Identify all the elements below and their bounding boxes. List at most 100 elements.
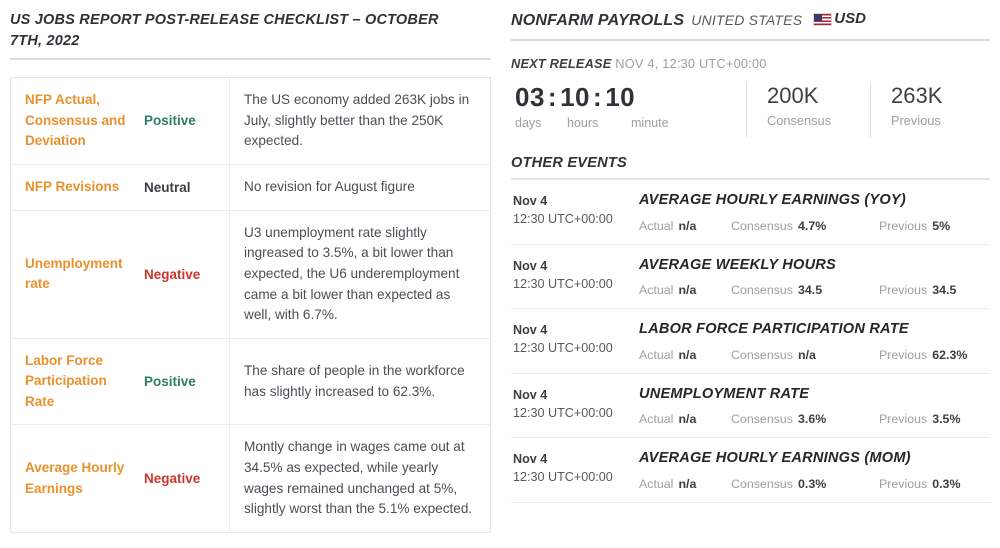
countdown-labels: days hours minute [515, 116, 746, 130]
event-consensus-label: Consensus [731, 476, 793, 491]
checklist-item-name: Unemployment rate [25, 255, 123, 292]
countdown-minutes-label: minute [631, 116, 669, 131]
event-datetime: Nov 4 12:30 UTC+00:00 [511, 386, 639, 423]
event-previous-value: 62.3% [932, 347, 968, 362]
event-previous: Previous 34.5 [879, 283, 989, 297]
event-actual-label: Actual [639, 347, 674, 362]
title-divider [10, 58, 491, 60]
previous-label: Previous [891, 112, 941, 128]
countdown-digits: 03:10:10 [515, 83, 746, 111]
event-name[interactable]: LABOR FORCE PARTICIPATION RATE [639, 321, 990, 339]
checklist-item-description: The share of people in the workforce has… [244, 363, 465, 399]
event-day: Nov 4 [513, 387, 548, 402]
event-actual-value: n/a [678, 283, 697, 297]
list-item[interactable]: Nov 4 12:30 UTC+00:00 LABOR FORCE PARTIC… [511, 309, 990, 374]
event-consensus: Consensus 4.7% [731, 219, 879, 233]
table-row[interactable]: NFP Revisions Neutral No revision for Au… [11, 164, 490, 211]
consensus-stat: 200K Consensus [746, 83, 870, 137]
event-actual-label: Actual [639, 412, 674, 426]
table-row[interactable]: Labor Force Participation Rate Positive … [11, 338, 490, 426]
table-row[interactable]: Average Hourly Earnings Negative Montly … [11, 425, 490, 533]
event-consensus: Consensus 0.3% [731, 477, 879, 491]
list-item[interactable]: Nov 4 12:30 UTC+00:00 UNEMPLOYMENT RATE … [511, 374, 990, 438]
event-actual-value: n/a [678, 347, 697, 362]
event-name[interactable]: AVERAGE WEEKLY HOURS [639, 257, 990, 275]
event-actual: Actual n/a [639, 477, 731, 491]
consensus-label: Consensus [767, 112, 832, 128]
countdown-days-label: days [515, 116, 542, 131]
checklist-table: NFP Actual, Consensus and Deviation Posi… [10, 77, 491, 534]
event-actual-label: Actual [639, 283, 674, 297]
event-body: AVERAGE HOURLY EARNINGS (YOY) Actual n/a … [639, 192, 990, 233]
event-actual: Actual n/a [639, 348, 731, 362]
event-previous-label: Previous [879, 347, 928, 362]
status-badge: Negative [144, 210, 230, 338]
event-datetime: Nov 4 12:30 UTC+00:00 [511, 450, 639, 487]
countdown-separator: : [547, 82, 558, 112]
event-day: Nov 4 [513, 452, 548, 466]
header-divider [511, 39, 990, 41]
event-name[interactable]: AVERAGE HOURLY EARNINGS (YOY) [639, 192, 990, 210]
checklist-item-name: Labor Force Participation Rate [25, 352, 107, 409]
event-actual: Actual n/a [639, 283, 731, 297]
event-body: AVERAGE HOURLY EARNINGS (MOM) Actual n/a … [639, 450, 990, 491]
event-actual-value: n/a [678, 412, 697, 426]
status-badge: Positive [144, 338, 230, 425]
table-row[interactable]: Unemployment rate Negative U3 unemployme… [11, 210, 490, 339]
list-item[interactable]: Nov 4 12:30 UTC+00:00 AVERAGE HOURLY EAR… [511, 180, 990, 245]
countdown-hours-value: 10 [560, 82, 591, 112]
event-previous-value: 0.3% [932, 476, 961, 491]
event-detail-panel: NONFARM PAYROLLS UNITED STATES USD NEXT … [511, 0, 990, 548]
event-body: UNEMPLOYMENT RATE Actual n/a Consensus 3.6… [639, 386, 990, 427]
event-stats: Actual n/a Consensus n/a Previous 62.3% [639, 348, 990, 362]
next-release-value: NOV 4, 12:30 UTC+00:00 [615, 56, 767, 71]
event-datetime: Nov 4 12:30 UTC+00:00 [511, 257, 639, 294]
event-consensus-label: Consensus [731, 412, 793, 426]
event-consensus-label: Consensus [731, 283, 793, 297]
event-previous: Previous 62.3% [879, 348, 989, 362]
event-actual-value: n/a [678, 476, 697, 491]
event-previous-label: Previous [879, 476, 928, 491]
event-datetime: Nov 4 12:30 UTC+00:00 [511, 192, 639, 229]
countdown-minutes-value: 10 [605, 82, 636, 112]
countdown-hours-label: hours [567, 116, 599, 131]
event-previous-value: 34.5 [932, 283, 957, 297]
status-badge: Negative [144, 425, 230, 533]
list-item[interactable]: Nov 4 12:30 UTC+00:00 AVERAGE WEEKLY HOU… [511, 245, 990, 309]
previous-value: 263K [891, 83, 943, 108]
event-time: 12:30 UTC+00:00 [513, 405, 613, 420]
event-previous-value: 3.5% [932, 412, 961, 426]
event-consensus: Consensus n/a [731, 348, 879, 362]
event-day: Nov 4 [513, 323, 548, 337]
event-time: 12:30 UTC+00:00 [513, 276, 613, 291]
countdown-days-value: 03 [515, 82, 545, 112]
event-datetime: Nov 4 12:30 UTC+00:00 [511, 321, 639, 358]
event-consensus-value: 4.7% [798, 218, 827, 233]
other-events-heading: OTHER EVENTS [511, 155, 627, 171]
event-actual: Actual n/a [639, 412, 731, 426]
event-time: 12:30 UTC+00:00 [513, 341, 613, 356]
countdown-timer: 03:10:10 days hours minute [511, 83, 746, 130]
checklist-panel: US JOBS REPORT POST-RELEASE CHECKLIST – … [10, 0, 491, 548]
event-previous-label: Previous [879, 412, 928, 426]
event-title: NONFARM PAYROLLS [511, 12, 685, 29]
event-country: UNITED STATES [691, 12, 803, 28]
table-row[interactable]: NFP Actual, Consensus and Deviation Posi… [11, 78, 490, 165]
event-name[interactable]: AVERAGE HOURLY EARNINGS (MOM) [639, 450, 990, 468]
event-day: Nov 4 [513, 258, 548, 273]
list-item[interactable]: Nov 4 12:30 UTC+00:00 AVERAGE HOURLY EAR… [511, 438, 990, 503]
event-actual: Actual n/a [639, 219, 731, 233]
event-previous-label: Previous [879, 218, 928, 233]
event-name[interactable]: UNEMPLOYMENT RATE [639, 386, 990, 404]
us-flag-icon [813, 13, 833, 26]
event-stats: Actual n/a Consensus 34.5 Previous 34.5 [639, 283, 990, 297]
checklist-item-name: Average Hourly Earnings [25, 460, 125, 496]
checklist-item-description: No revision for August figure [244, 178, 415, 194]
event-previous: Previous 3.5% [879, 412, 989, 426]
status-badge: Positive [144, 78, 230, 164]
status-badge: Neutral [144, 164, 230, 210]
countdown-separator: : [593, 82, 603, 112]
event-actual-label: Actual [639, 218, 674, 233]
event-consensus: Consensus 3.6% [731, 412, 879, 426]
event-time: 12:30 UTC+00:00 [513, 470, 613, 485]
